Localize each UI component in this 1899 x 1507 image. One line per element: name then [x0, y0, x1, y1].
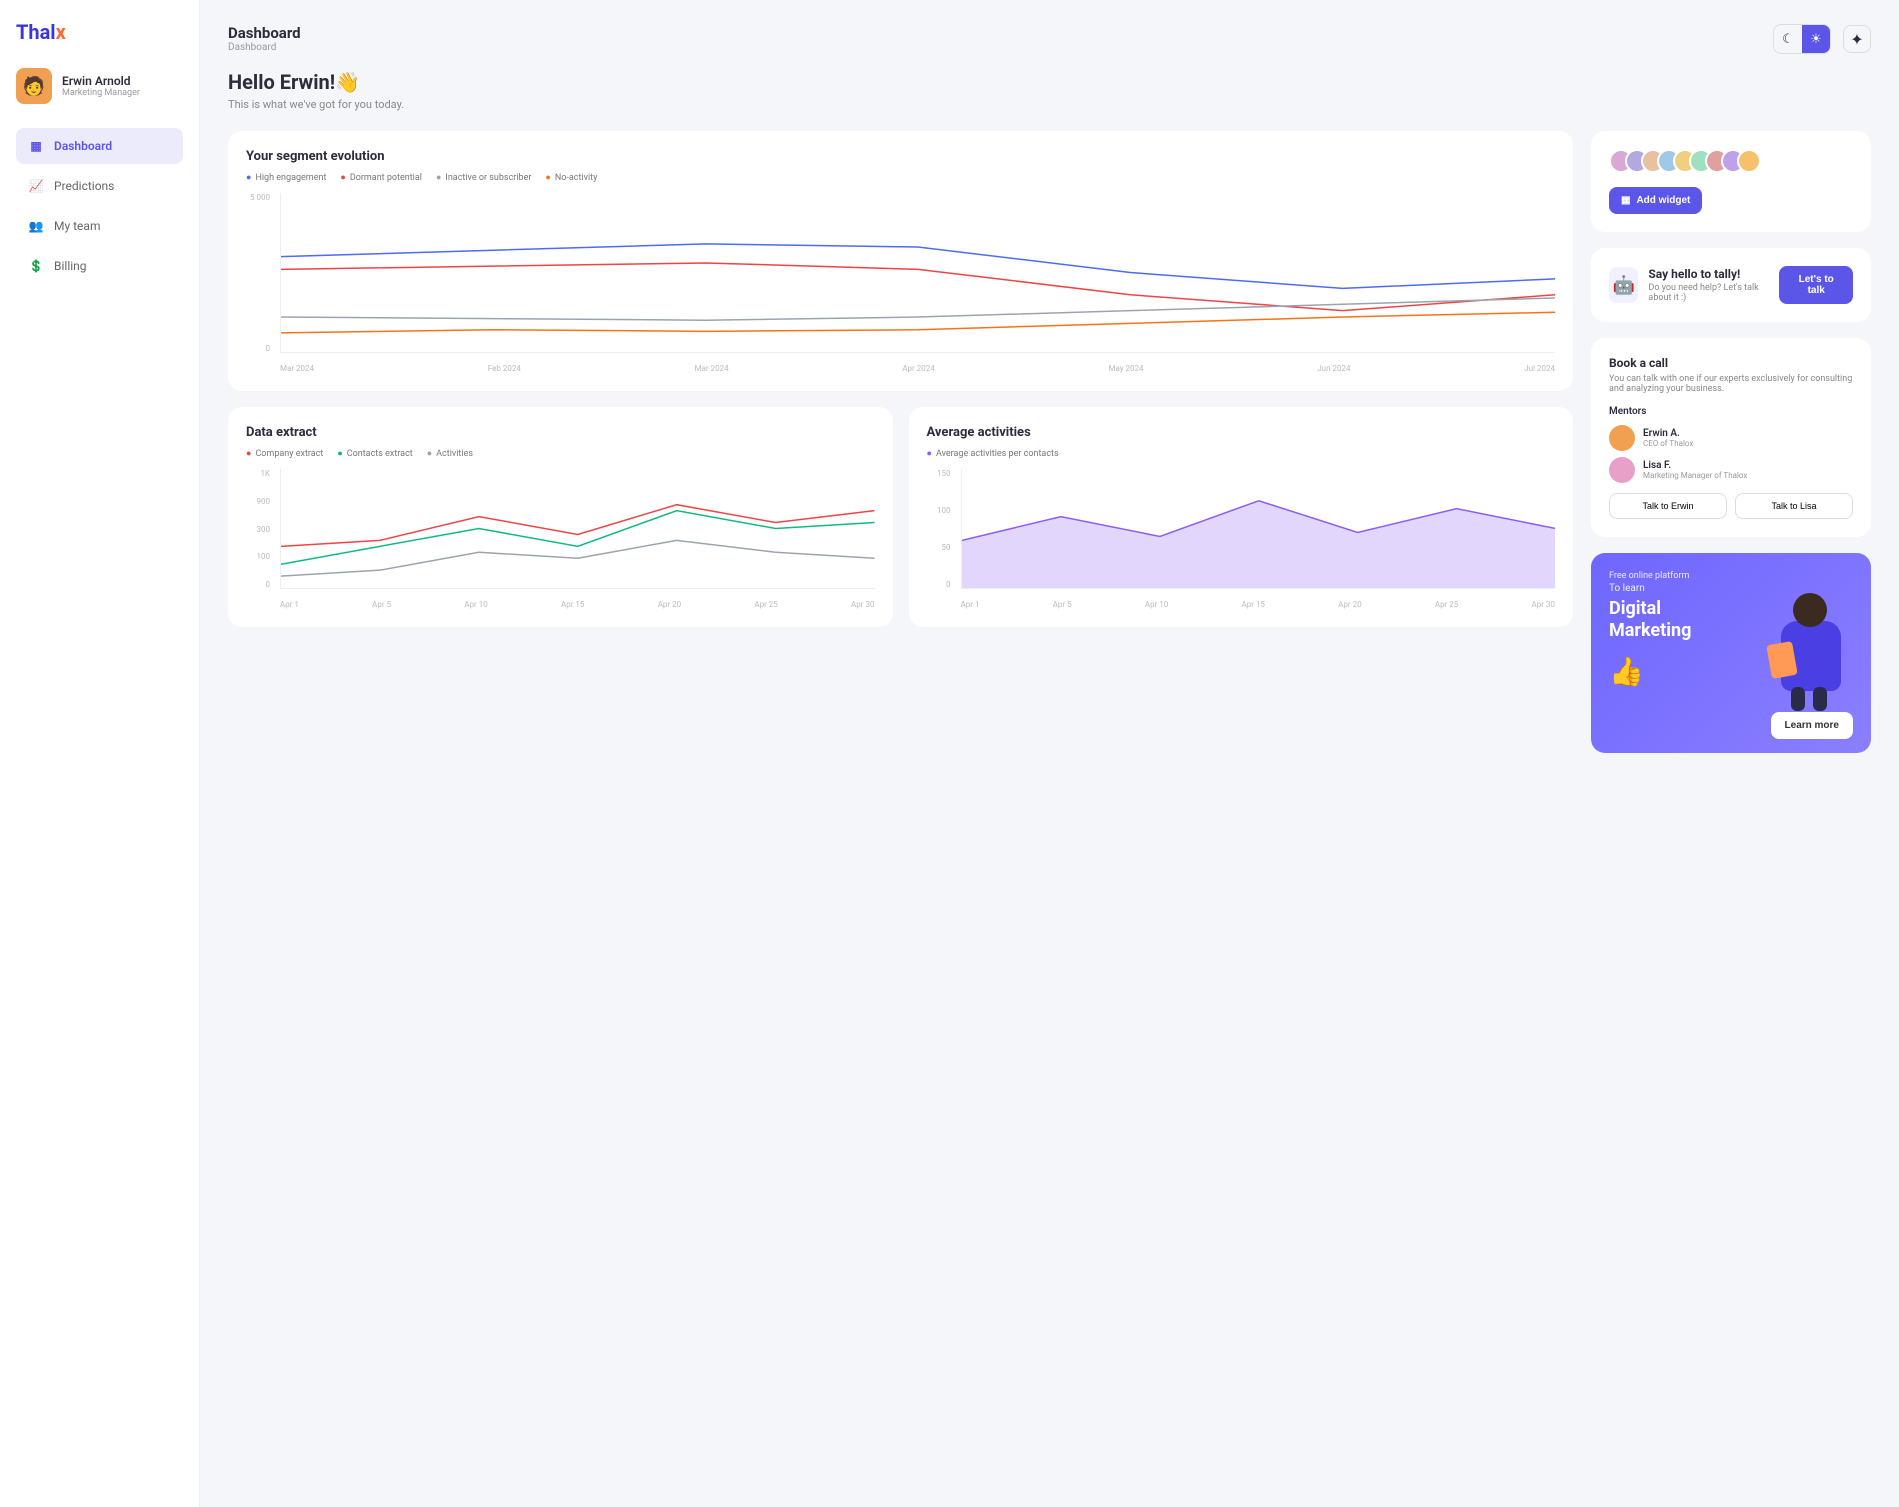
theme-dark-button[interactable]: ☾: [1774, 25, 1802, 53]
tally-card: 🤖 Say hello to tally! Do you need help? …: [1591, 248, 1871, 322]
legend-item: No-activity: [545, 172, 597, 183]
legend-item: Company extract: [246, 448, 323, 459]
chart-legend: Company extract Contacts extract Activit…: [246, 448, 875, 459]
team-avatar[interactable]: [1737, 149, 1761, 173]
mentor-role: Marketing Manager of Thalox: [1643, 471, 1747, 480]
x-axis: Apr 1Apr 5Apr 10Apr 15Apr 20Apr 25Apr 30: [280, 600, 875, 609]
logo: Thalx: [16, 20, 183, 44]
user-role: Marketing Manager: [62, 88, 140, 98]
chart-legend: Average activities per contacts: [927, 448, 1556, 459]
y-axis: 1K9003001000: [246, 469, 276, 589]
activities-chart: 150100500 Apr 1Apr 5Apr 10Apr 15Apr 20Ap…: [927, 469, 1556, 609]
talk-to-lisa-button[interactable]: Talk to Lisa: [1735, 493, 1853, 519]
user-block[interactable]: 🧑 Erwin Arnold Marketing Manager: [16, 68, 183, 104]
legend-item: Inactive or subscriber: [436, 172, 531, 183]
sun-icon: ☀: [1810, 32, 1822, 47]
mentor-name: Erwin A.: [1643, 428, 1693, 439]
sidebar-item-label: My team: [54, 219, 100, 233]
x-axis: Mar 2024Feb 2024Mar 2024Apr 2024May 2024…: [280, 364, 1555, 373]
call-title: Book a call: [1609, 356, 1853, 370]
grid-icon: ▦: [28, 138, 44, 154]
main: Dashboard Dashboard ☾ ☀ ✦ Hello Erwin!👋 …: [200, 0, 1899, 1507]
legend-item: Contacts extract: [337, 448, 412, 459]
greeting: Hello Erwin!👋: [228, 70, 1871, 94]
sidebar-item-label: Predictions: [54, 179, 114, 193]
y-axis: 150100500: [927, 469, 957, 589]
avatar-strip: [1609, 149, 1761, 173]
sidebar-item-billing[interactable]: 💲 Billing: [16, 248, 183, 284]
mentor-name: Lisa F.: [1643, 460, 1747, 471]
sidebar-item-label: Dashboard: [54, 139, 112, 153]
sidebar-item-label: Billing: [54, 259, 87, 273]
promo-eyebrow: Free online platform: [1609, 571, 1853, 581]
breadcrumb: Dashboard: [228, 42, 301, 53]
legend-item: High engagement: [246, 172, 326, 183]
add-widget-button[interactable]: ▦ Add widget: [1609, 187, 1702, 214]
user-name: Erwin Arnold: [62, 74, 140, 88]
tally-title: Say hello to tally!: [1648, 267, 1771, 281]
character-illustration: [1773, 593, 1859, 713]
x-axis: Apr 1Apr 5Apr 10Apr 15Apr 20Apr 25Apr 30: [961, 600, 1556, 609]
mentor-role: CEO of Thalox: [1643, 439, 1693, 448]
extract-chart: 1K9003001000 Apr 1Apr 5Apr 10Apr 15Apr 2…: [246, 469, 875, 609]
sparkle-icon: ✦: [1850, 30, 1863, 49]
page-title: Dashboard: [228, 24, 301, 42]
promo-card: Free online platform To learn DigitalMar…: [1591, 553, 1871, 753]
tally-sub: Do you need help? Let's talk about it :): [1648, 283, 1771, 303]
talk-to-erwin-button[interactable]: Talk to Erwin: [1609, 493, 1727, 519]
wave-icon: 👋: [335, 70, 360, 94]
mentor-row: Erwin A. CEO of Thalox: [1609, 425, 1853, 451]
theme-light-button[interactable]: ☀: [1802, 25, 1830, 53]
mentors-label: Mentors: [1609, 406, 1853, 417]
sidebar-item-predictions[interactable]: 📈 Predictions: [16, 168, 183, 204]
team-icon: 👥: [28, 218, 44, 234]
theme-toggle: ☾ ☀: [1773, 24, 1831, 54]
talk-to-tally-button[interactable]: Let's to talk: [1779, 266, 1853, 304]
avatar: 🧑: [16, 68, 52, 104]
legend-item: Activities: [427, 448, 473, 459]
avatar: [1609, 457, 1635, 483]
y-axis: 5 000 0: [246, 193, 276, 353]
book-call-card: Book a call You can talk with one if our…: [1591, 338, 1871, 537]
sidebar: Thalx 🧑 Erwin Arnold Marketing Manager ▦…: [0, 0, 200, 1507]
segment-evolution-card: Your segment evolution High engagement D…: [228, 131, 1573, 391]
segment-chart: 5 000 0 Mar 2024Feb 2024Mar 2024Apr 2024…: [246, 193, 1555, 373]
greeting-sub: This is what we've got for you today.: [228, 98, 1871, 111]
grid-plus-icon: ▦: [1621, 195, 1630, 206]
ai-sparkle-button[interactable]: ✦: [1843, 25, 1871, 53]
avatar: [1609, 425, 1635, 451]
average-activities-card: Average activities Average activities pe…: [909, 407, 1574, 627]
team-avatars-card: ▦ Add widget: [1591, 131, 1871, 232]
moon-icon: ☾: [1782, 32, 1794, 47]
topbar: Dashboard Dashboard ☾ ☀ ✦: [228, 24, 1871, 54]
chart-legend: High engagement Dormant potential Inacti…: [246, 172, 1555, 183]
billing-icon: 💲: [28, 258, 44, 274]
sidebar-item-dashboard[interactable]: ▦ Dashboard: [16, 128, 183, 164]
mentor-row: Lisa F. Marketing Manager of Thalox: [1609, 457, 1853, 483]
card-title: Data extract: [246, 425, 875, 440]
card-title: Your segment evolution: [246, 149, 1555, 164]
card-title: Average activities: [927, 425, 1556, 440]
call-sub: You can talk with one if our experts exc…: [1609, 374, 1853, 394]
learn-more-button[interactable]: Learn more: [1771, 712, 1853, 739]
robot-icon: 🤖: [1609, 267, 1638, 303]
data-extract-card: Data extract Company extract Contacts ex…: [228, 407, 893, 627]
chart-icon: 📈: [28, 178, 44, 194]
legend-item: Average activities per contacts: [927, 448, 1059, 459]
legend-item: Dormant potential: [340, 172, 422, 183]
sidebar-item-team[interactable]: 👥 My team: [16, 208, 183, 244]
thumbs-up-icon: 👍: [1609, 655, 1649, 695]
